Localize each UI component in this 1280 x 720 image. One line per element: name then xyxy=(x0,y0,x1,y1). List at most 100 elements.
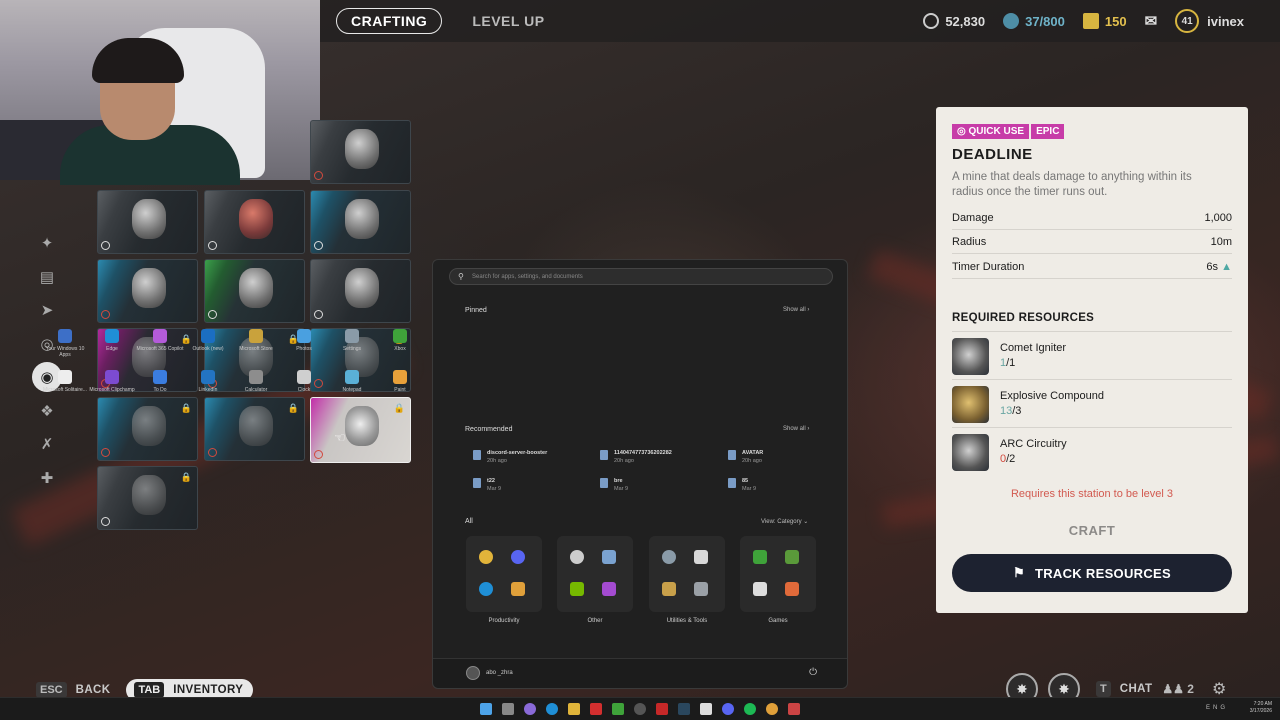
pinned-app[interactable]: LinkedIn xyxy=(184,370,232,393)
tray-icons[interactable]: ENG xyxy=(1206,705,1228,711)
app-icon xyxy=(105,370,119,384)
steam-icon[interactable] xyxy=(678,703,690,715)
pinned-app[interactable]: Clock xyxy=(280,370,328,393)
track-resources-button[interactable]: ⚑ TRACK RESOURCES xyxy=(952,554,1232,592)
youtube-icon[interactable] xyxy=(590,703,602,715)
player-level: 41 ivinex xyxy=(1175,9,1244,33)
pinned-app[interactable]: Microsoft Store xyxy=(232,329,280,352)
craft-item[interactable] xyxy=(204,259,305,323)
sidebar-mods-icon[interactable]: ➤ xyxy=(32,295,62,325)
taskbar-clock[interactable]: 7:20 AM 3/17/2026 xyxy=(1250,701,1272,715)
recommended-show-all-button[interactable]: Show all › xyxy=(783,426,809,432)
pinned-app[interactable]: Notepad xyxy=(328,370,376,393)
craft-item-locked[interactable]: 🔒 xyxy=(97,397,198,461)
tab-crafting[interactable]: CRAFTING xyxy=(336,8,443,34)
category-folder-games[interactable] xyxy=(740,536,816,612)
game-icon[interactable] xyxy=(788,703,800,715)
recommended-file[interactable]: discord-server-booster 20h ago xyxy=(473,449,547,465)
all-apps-heading: All xyxy=(465,518,473,525)
craft-item[interactable] xyxy=(310,259,411,323)
category-label: Games xyxy=(768,618,788,624)
pinned-app[interactable]: Microsoft Solitaire... xyxy=(41,370,89,393)
craft-button[interactable]: CRAFT xyxy=(936,523,1248,538)
windows-start-icon[interactable] xyxy=(480,703,492,715)
settings-gear-icon[interactable]: ⚙ xyxy=(1212,679,1226,699)
app-icon xyxy=(297,370,311,384)
pinned-app[interactable]: To Do xyxy=(136,370,184,393)
start-search-input[interactable]: ⚲ Search for apps, settings, and document… xyxy=(449,268,833,285)
craft-item[interactable] xyxy=(310,120,411,184)
view-category-dropdown[interactable]: View: Category ⌄ xyxy=(761,518,808,525)
sidebar-storage-icon[interactable]: ▤ xyxy=(32,262,62,292)
username: ivinex xyxy=(1207,13,1244,29)
pinned-app[interactable]: Paint xyxy=(376,370,424,393)
file-explorer-icon[interactable] xyxy=(568,703,580,715)
category-folder-productivity[interactable] xyxy=(466,536,542,612)
party-button[interactable]: ♟♟ 2 xyxy=(1162,682,1194,696)
app-label: Settings xyxy=(342,346,362,352)
pinned-app[interactable]: Xbox xyxy=(376,329,424,352)
pinned-show-all-button[interactable]: Show all › xyxy=(783,307,809,313)
app-icon xyxy=(153,329,167,343)
recommended-file[interactable]: 85 Mar 9 xyxy=(728,477,756,493)
craft-item-selected-deadline[interactable]: 🔒 xyxy=(310,397,411,463)
category-folder-other[interactable] xyxy=(557,536,633,612)
spotify-icon[interactable] xyxy=(744,703,756,715)
esc-key: ESC xyxy=(36,682,67,698)
tab-key: TAB xyxy=(134,682,165,698)
item-description: A mine that deals damage to anything wit… xyxy=(952,171,1192,198)
app-icon xyxy=(153,370,167,384)
tab-level-up[interactable]: LEVEL UP xyxy=(458,8,558,34)
recommended-file[interactable]: 1140474773736202282 20h ago xyxy=(600,449,672,465)
app-icon xyxy=(393,329,407,343)
resource-arc-circuitry: ARC Circuitry 0/2 xyxy=(952,427,1232,473)
pinned-app[interactable]: Calculator xyxy=(232,370,280,393)
back-button[interactable]: BACK xyxy=(76,684,111,696)
category-label: Other xyxy=(587,618,603,624)
app-label: Edge xyxy=(106,346,118,352)
category-folder-utilities[interactable] xyxy=(649,536,725,612)
capcut-icon[interactable] xyxy=(700,703,712,715)
item-name: DEADLINE xyxy=(952,146,1033,163)
discord-icon[interactable] xyxy=(722,703,734,715)
stat-up-icon: ▲ xyxy=(1221,260,1232,273)
craft-item-locked[interactable]: 🔒 xyxy=(204,397,305,461)
arc-circuitry-icon xyxy=(952,434,989,471)
pinned-app[interactable]: Photos xyxy=(280,329,328,352)
sidebar-gadgets-icon[interactable]: ❖ xyxy=(32,396,62,426)
pinned-app[interactable]: Your Windows 10 Apps xyxy=(41,329,89,358)
pinned-app[interactable]: Settings xyxy=(328,329,376,352)
netflix-icon[interactable] xyxy=(656,703,668,715)
craft-item[interactable] xyxy=(310,190,411,254)
recommended-file[interactable]: AVATAR 20h ago xyxy=(728,449,763,465)
start-user-name[interactable]: abo _zhra xyxy=(486,670,513,676)
sidebar-weapons-icon[interactable]: ✦ xyxy=(32,228,62,258)
sidebar-medical-icon[interactable]: ✚ xyxy=(32,463,62,493)
craft-item[interactable] xyxy=(97,190,198,254)
pinned-app[interactable]: Outlook (new) xyxy=(184,329,232,352)
recommended-file[interactable]: bre Mar 9 xyxy=(600,477,628,493)
copilot-icon[interactable] xyxy=(524,703,536,715)
edge-icon[interactable] xyxy=(546,703,558,715)
craft-item[interactable] xyxy=(97,259,198,323)
chrome-icon[interactable] xyxy=(766,703,778,715)
pinned-app[interactable]: Microsoft 365 Copilot xyxy=(136,329,184,352)
power-icon[interactable]: ⏻ xyxy=(809,667,817,678)
app-label: Microsoft Store xyxy=(239,346,273,352)
chat-button[interactable]: CHAT xyxy=(1120,683,1153,695)
craft-item-locked[interactable]: 🔒 xyxy=(97,466,198,530)
task-view-icon[interactable] xyxy=(502,703,514,715)
craft-item[interactable] xyxy=(204,190,305,254)
xbox-icon[interactable] xyxy=(612,703,624,715)
coins-icon xyxy=(923,13,940,29)
item-badges: ◎ QUICK USE EPIC xyxy=(952,124,1066,139)
mail-icon[interactable]: ✉ xyxy=(1145,12,1158,30)
user-avatar[interactable] xyxy=(466,666,480,680)
category-label: Utilities & Tools xyxy=(666,618,708,624)
sidebar-tools-icon[interactable]: ✗ xyxy=(32,429,62,459)
pinned-app[interactable]: Microsoft Clipchamp xyxy=(88,370,136,393)
pinned-app[interactable]: Edge xyxy=(88,329,136,352)
obs-icon[interactable] xyxy=(634,703,646,715)
app-label: Microsoft Clipchamp xyxy=(89,387,135,393)
recommended-file[interactable]: t22 Mar 9 xyxy=(473,477,501,493)
